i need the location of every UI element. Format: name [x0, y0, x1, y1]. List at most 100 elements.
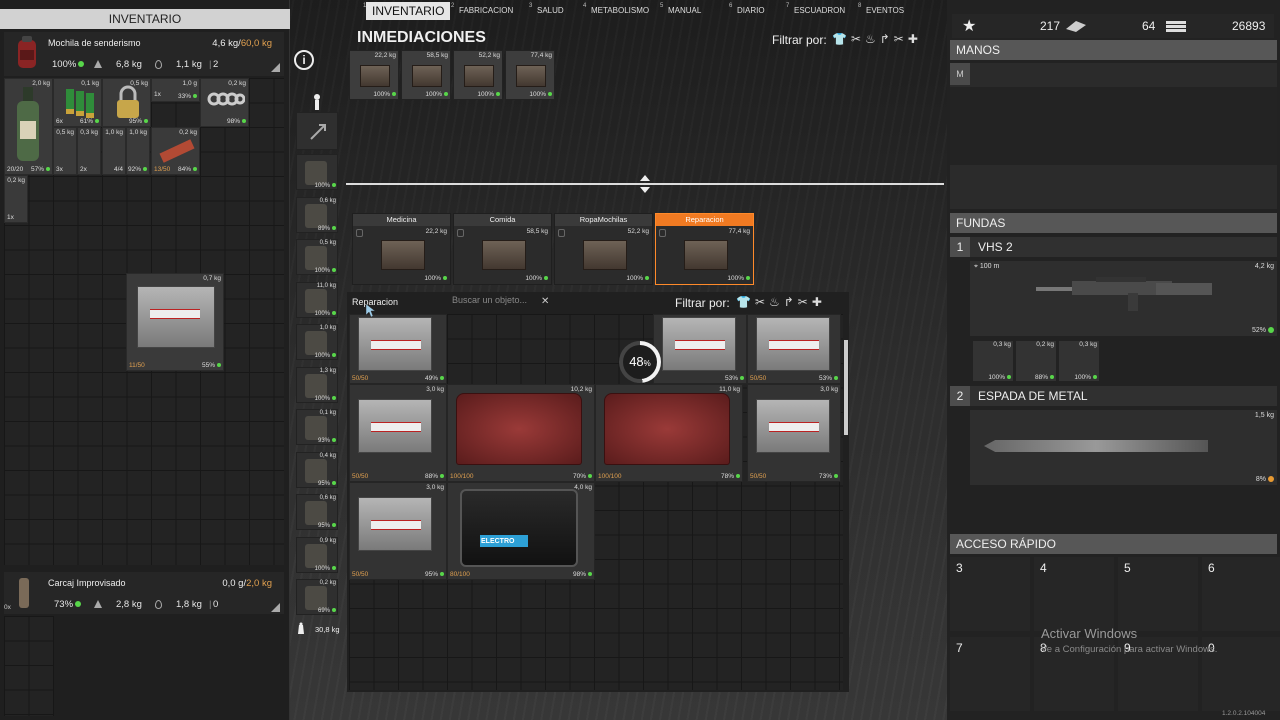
inventory-item[interactable]: 2,0 kg 57% 20/20 [4, 78, 53, 175]
tab-label: METABOLISMO [591, 6, 650, 15]
equip-slot[interactable]: 0,6 kg 95% [296, 494, 338, 530]
quick-slot-7[interactable]: 7 [950, 637, 1030, 711]
toolbox-item[interactable]: 3,0 kg 73% 50/50 [747, 384, 841, 482]
equip-slot[interactable]: 0,5 kg 100% [296, 239, 338, 275]
crate-icon [412, 65, 442, 87]
close-search-icon[interactable]: ✕ [541, 296, 549, 307]
hands-slot-tag: M [950, 63, 970, 85]
container-filter-icons[interactable]: 👕✂♨↱✂✚ [736, 295, 826, 309]
equip-slot[interactable]: 0,4 kg 95% [296, 451, 338, 488]
toolbox-item[interactable]: 3,0 kg 88% 50/50 [349, 384, 447, 482]
equip-slot-head[interactable] [296, 112, 338, 150]
container-tab-label: Comida [454, 214, 551, 226]
gear-item-icon [305, 416, 327, 440]
info-icon[interactable]: i [294, 50, 314, 70]
tab-fabricacion[interactable]: 2 FABRICACION [451, 2, 514, 20]
resize-handle-icon[interactable] [271, 603, 280, 612]
tab-diario[interactable]: 6 DIARIO [729, 2, 765, 20]
equip-slot[interactable]: 0,1 kg 93% [296, 409, 338, 445]
attachment-slot[interactable]: 0,3 kg 100% [1058, 340, 1100, 382]
rifle-icon [1036, 277, 1212, 311]
gear-item-icon [305, 161, 327, 185]
nearby-crate[interactable]: 77,4 kg 100% [505, 50, 555, 100]
inventory-item[interactable]: 0,5 kg 95% [102, 78, 151, 127]
container-tab-ropamochilas[interactable]: RopaMochilas 52,2 kg 100% [554, 213, 653, 285]
inventory-item[interactable]: 0,2 kg 84% 13/50 [151, 127, 200, 175]
inventory-item[interactable]: 1,0 kg 4/4 [102, 127, 126, 175]
electric-toolbox-item[interactable]: ELECTRO 4,0 kg 98% 80/100 [447, 482, 595, 580]
resize-handle-icon[interactable] [271, 63, 280, 72]
crate-icon [684, 240, 728, 270]
toolbox-item[interactable]: 49% 50/50 [349, 314, 447, 384]
tab-manual[interactable]: 5 MANUAL [660, 2, 701, 20]
nearby-filter-icons[interactable]: 👕✂♨↱✂✚ [832, 32, 922, 46]
backpack-grid[interactable]: 2,0 kg 57% 20/20 0,1 kg 61% 6x 0,5 kg 95% 1,0… [4, 78, 284, 565]
red-toolbox-item[interactable]: 10,2 kg 70% 100/100 [447, 384, 595, 482]
toolbox-item[interactable]: 53% [653, 314, 747, 384]
container-tab-comida[interactable]: Comida 58,5 kg 100% [453, 213, 552, 285]
container-scrollbar[interactable] [844, 340, 848, 435]
inventory-toolbox[interactable]: 0,7 kg 55% 11/50 [126, 273, 224, 371]
container-tab-label: RopaMochilas [555, 214, 652, 226]
equip-slot[interactable]: 1,0 kg 100% [296, 324, 338, 360]
quick-slot-3[interactable]: 3 [950, 557, 1030, 631]
backpack-row[interactable]: Mochila de senderismo 4,6 kg/60,0 kg 100… [4, 32, 284, 76]
equip-slot[interactable]: 0,9 kg 100% [296, 536, 338, 573]
tab-salud[interactable]: 3 SALUD [529, 2, 564, 20]
container-filter-label: Filtrar por: [675, 296, 730, 310]
tab-metabolismo[interactable]: 4 METABOLISMO [583, 2, 650, 20]
tab-eventos[interactable]: 8 EVENTOS [858, 2, 904, 20]
inventory-item[interactable]: 0,2 kg 1x [4, 175, 28, 223]
attachment-slot[interactable]: 0,3 kg 100% [972, 340, 1014, 382]
tab-label: FABRICACION [459, 6, 514, 15]
tab-label: ESCUADRON [794, 6, 846, 15]
quick-slot-5[interactable]: 5 [1118, 557, 1198, 631]
quick-slot-6[interactable]: 6 [1202, 557, 1280, 631]
splitter-handle-icon[interactable] [640, 175, 650, 193]
container-tab-reparacion[interactable]: Reparacion 77,4 kg 100% [655, 213, 754, 285]
nearby-title: INMEDIACIONES [357, 29, 486, 46]
red-toolbox-icon [604, 393, 730, 465]
backpack-condition: 100% [52, 59, 85, 70]
container-tab-medicina[interactable]: Medicina 22,2 kg 100% [352, 213, 451, 285]
tab-escuadron[interactable]: 7 ESCUADRON [786, 2, 846, 20]
inventory-item[interactable]: 0,5 kg 3x [53, 127, 77, 175]
inventory-item[interactable]: 1,0 kg 92% [126, 127, 150, 175]
armor-icon [94, 600, 102, 608]
inventory-item[interactable]: 1,0 g 33% 1x [151, 78, 200, 102]
nearby-crate[interactable]: 58,5 kg 100% [401, 50, 451, 100]
hands-slot-area[interactable]: M [950, 63, 1277, 209]
inventory-item[interactable]: 0,1 kg 61% 6x [53, 78, 102, 127]
equip-slot[interactable]: 1,3 kg 100% [296, 366, 338, 403]
equip-slot[interactable]: 100% [296, 154, 338, 190]
attachment-slot[interactable]: 0,2 kg 88% [1015, 340, 1057, 382]
nearby-crate[interactable]: 22,2 kg 100% [349, 50, 399, 100]
inventory-item[interactable]: 0,2 kg 98% [200, 78, 249, 127]
equip-slot[interactable]: 0,6 kg 89% [296, 196, 338, 233]
search-input[interactable]: Buscar un objeto... [452, 295, 552, 309]
container-title: Reparacion [352, 297, 399, 307]
toolbox-item[interactable]: 53% 50/50 [747, 314, 841, 384]
brass-knuckles-icon [207, 92, 245, 106]
equip-slot[interactable]: 11,0 kg 100% [296, 281, 338, 318]
crate-icon [360, 65, 390, 87]
stat-money: 26893 [1232, 19, 1266, 33]
inventory-item[interactable]: 0,3 kg 2x [77, 127, 101, 175]
water-icon [155, 60, 162, 69]
container-grid[interactable]: 49% 50/50 53% 53% 50/50 3,0 kg 88% 50/50 10,… [349, 314, 843, 690]
weapon-slot-1[interactable]: ⌖ 100 m 4,2 kg 52% [970, 261, 1277, 336]
red-toolbox-item[interactable]: 11,0 kg 78% 100/100 [595, 384, 743, 482]
toolbox-icon [662, 317, 736, 371]
weapon-slot-2[interactable]: 1,5 kg 8% [970, 410, 1277, 485]
equip-slot[interactable]: 0,2 kg 69% [296, 579, 338, 615]
tab-inventario[interactable]: 1 INVENTARIO [363, 2, 451, 20]
toolbox-item[interactable]: 3,0 kg 95% 50/50 [349, 482, 447, 580]
quiver-grid[interactable] [4, 616, 54, 716]
body-figure-icon [314, 94, 320, 110]
quick-slot-4[interactable]: 4 [1034, 557, 1114, 631]
mouse-cursor-icon [366, 304, 375, 317]
crate-icon [583, 240, 627, 270]
quiver-row[interactable]: 0x Carcaj Improvisado 0,0 g/2,0 kg 73% 2… [4, 572, 284, 614]
nearby-crate[interactable]: 52,2 kg 100% [453, 50, 503, 100]
padlock-icon [117, 85, 139, 118]
